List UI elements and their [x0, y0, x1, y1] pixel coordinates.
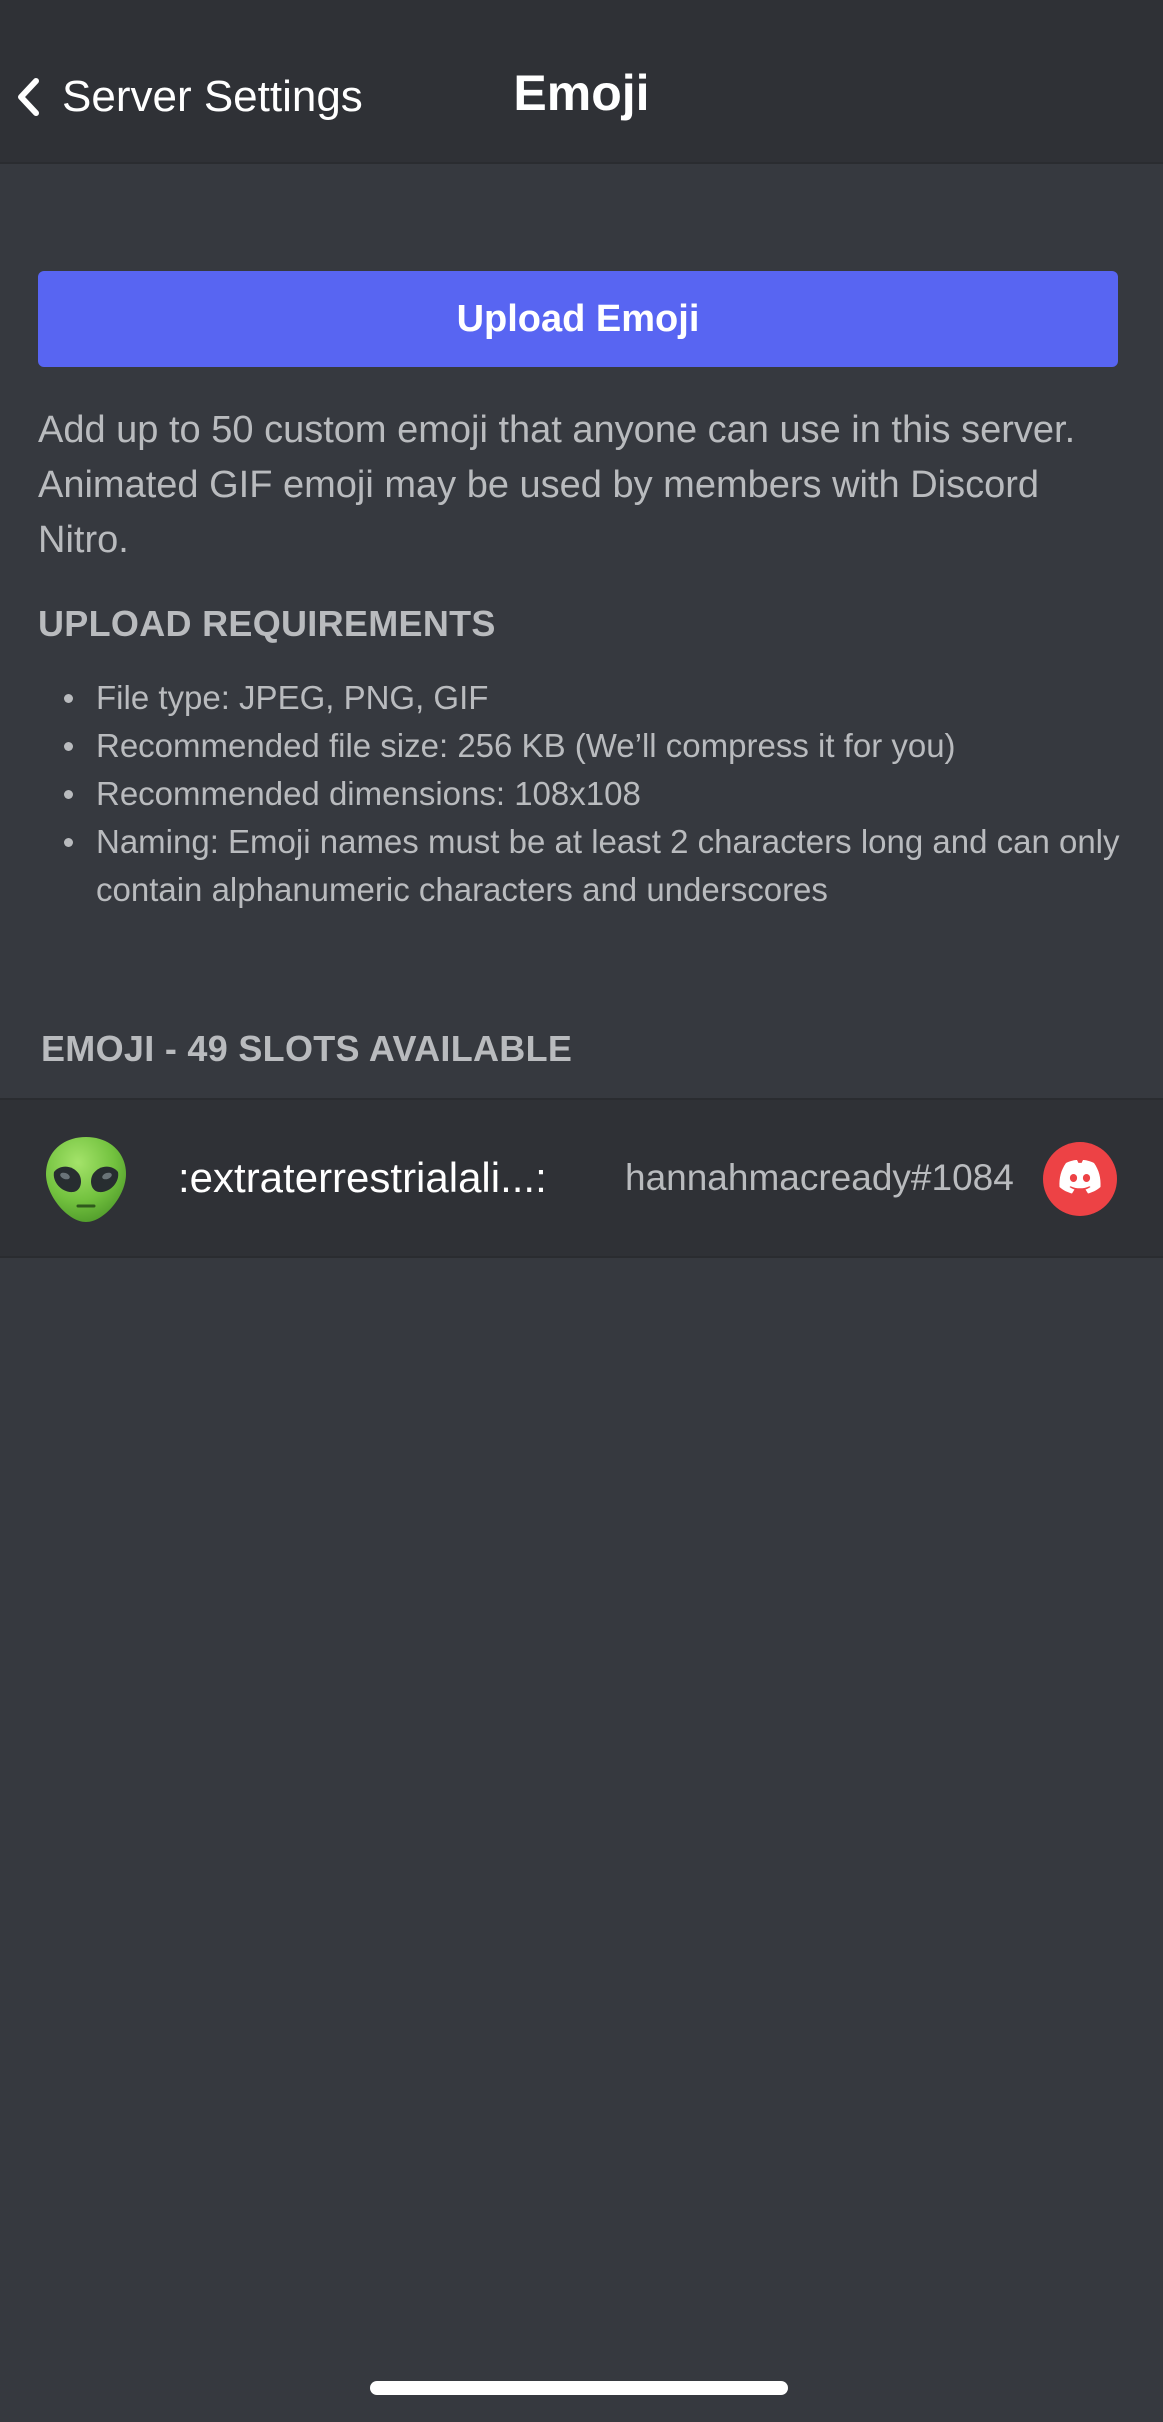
requirement-text: Recommended file size: 256 KB (We’ll com…: [96, 727, 956, 764]
emoji-slots-heading: EMOJI - 49 SLOTS AVAILABLE: [41, 1028, 573, 1069]
bullet-icon: [64, 694, 73, 703]
requirement-item: File type: JPEG, PNG, GIF: [38, 674, 1138, 722]
emoji-description: Add up to 50 custom emoji that anyone ca…: [38, 409, 1076, 561]
emoji-uploader: hannahmacready#1084: [625, 1157, 1014, 1198]
bullet-icon: [64, 790, 73, 799]
requirement-text: Recommended dimensions: 108x108: [96, 775, 641, 812]
upload-requirements-heading: UPLOAD REQUIREMENTS: [38, 603, 496, 644]
upload-emoji-button[interactable]: Upload Emoji: [38, 271, 1118, 367]
bullet-icon: [64, 838, 73, 847]
emoji-settings-screen: Server Settings Emoji Upload Emoji Add u…: [0, 0, 1163, 2422]
requirement-item: Naming: Emoji names must be at least 2 c…: [38, 818, 1138, 914]
upload-requirements-list: File type: JPEG, PNG, GIF Recommended fi…: [38, 674, 1138, 914]
navigation-bar: Server Settings Emoji: [0, 0, 1163, 164]
requirement-text: File type: JPEG, PNG, GIF: [96, 679, 489, 716]
requirement-text: Naming: Emoji names must be at least 2 c…: [96, 823, 1120, 908]
page-title: Emoji: [513, 65, 650, 121]
bullet-icon: [64, 742, 73, 751]
requirement-item: Recommended file size: 256 KB (We’ll com…: [38, 722, 1138, 770]
alien-emoji-icon: [40, 1134, 132, 1226]
emoji-list-item[interactable]: :extraterrestrialali...: hannahmacready#…: [0, 1098, 1163, 1258]
discord-logo-icon: [1057, 1159, 1103, 1200]
home-indicator: [370, 2381, 788, 2395]
emoji-name: :extraterrestrialali...:: [178, 1154, 547, 1201]
requirement-item: Recommended dimensions: 108x108: [38, 770, 1138, 818]
avatar: [1043, 1142, 1117, 1216]
